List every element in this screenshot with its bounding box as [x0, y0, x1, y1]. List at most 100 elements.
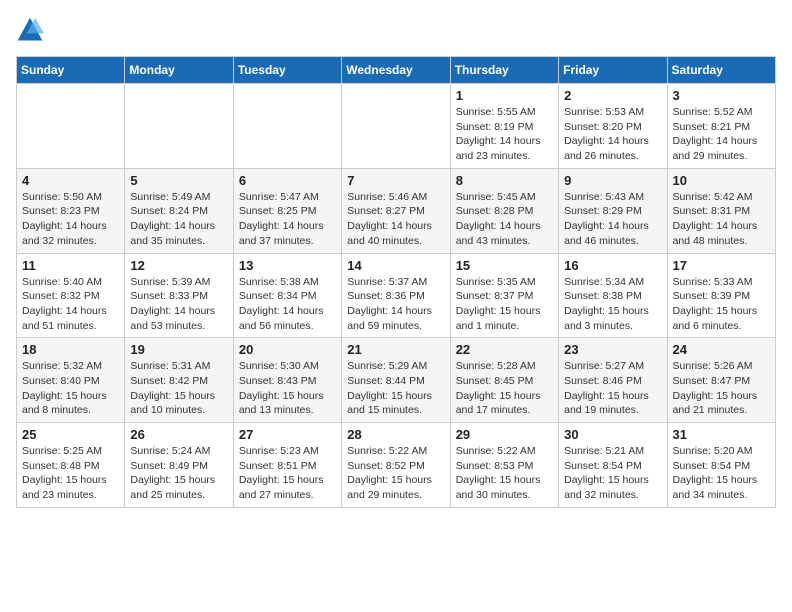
weekday-header: Tuesday — [233, 57, 341, 84]
day-info: Sunrise: 5:49 AM Sunset: 8:24 PM Dayligh… — [130, 190, 227, 249]
day-info: Sunrise: 5:43 AM Sunset: 8:29 PM Dayligh… — [564, 190, 661, 249]
day-number: 6 — [239, 173, 336, 188]
day-info: Sunrise: 5:29 AM Sunset: 8:44 PM Dayligh… — [347, 359, 444, 418]
day-number: 27 — [239, 427, 336, 442]
day-number: 8 — [456, 173, 553, 188]
day-number: 15 — [456, 258, 553, 273]
calendar-cell: 11Sunrise: 5:40 AM Sunset: 8:32 PM Dayli… — [17, 253, 125, 338]
day-info: Sunrise: 5:55 AM Sunset: 8:19 PM Dayligh… — [456, 105, 553, 164]
day-info: Sunrise: 5:27 AM Sunset: 8:46 PM Dayligh… — [564, 359, 661, 418]
day-info: Sunrise: 5:46 AM Sunset: 8:27 PM Dayligh… — [347, 190, 444, 249]
calendar-cell: 20 Sunrise: 5:30 AM Sunset: 8:43 PM Dayli… — [233, 338, 341, 423]
page-header — [16, 16, 776, 44]
day-info: Sunrise: 5:23 AM Sunset: 8:51 PM Dayligh… — [239, 444, 336, 503]
day-number: 25 — [22, 427, 119, 442]
calendar-week-row: 11Sunrise: 5:40 AM Sunset: 8:32 PM Dayli… — [17, 253, 776, 338]
calendar-cell: 2 Sunrise: 5:53 AM Sunset: 8:20 PM Daylig… — [559, 84, 667, 169]
day-info: Sunrise: 5:22 AM Sunset: 8:53 PM Dayligh… — [456, 444, 553, 503]
day-number: 9 — [564, 173, 661, 188]
weekday-header: Thursday — [450, 57, 558, 84]
day-number: 3 — [673, 88, 770, 103]
calendar-cell — [125, 84, 233, 169]
day-number: 30 — [564, 427, 661, 442]
calendar-cell: 19 Sunrise: 5:31 AM Sunset: 8:42 PM Dayli… — [125, 338, 233, 423]
day-number: 21 — [347, 342, 444, 357]
calendar-cell: 1 Sunrise: 5:55 AM Sunset: 8:19 PM Daylig… — [450, 84, 558, 169]
day-info: Sunrise: 5:34 AM Sunset: 8:38 PM Dayligh… — [564, 275, 661, 334]
calendar-cell: 29 Sunrise: 5:22 AM Sunset: 8:53 PM Dayli… — [450, 423, 558, 508]
calendar-week-row: 25 Sunrise: 5:25 AM Sunset: 8:48 PM Dayli… — [17, 423, 776, 508]
day-info: Sunrise: 5:35 AM Sunset: 8:37 PM Dayligh… — [456, 275, 553, 334]
calendar-cell: 21 Sunrise: 5:29 AM Sunset: 8:44 PM Dayli… — [342, 338, 450, 423]
weekday-header: Friday — [559, 57, 667, 84]
day-info: Sunrise: 5:24 AM Sunset: 8:49 PM Dayligh… — [130, 444, 227, 503]
day-info: Sunrise: 5:47 AM Sunset: 8:25 PM Dayligh… — [239, 190, 336, 249]
day-number: 31 — [673, 427, 770, 442]
day-number: 14 — [347, 258, 444, 273]
calendar-week-row: 18 Sunrise: 5:32 AM Sunset: 8:40 PM Dayli… — [17, 338, 776, 423]
calendar-cell: 10 Sunrise: 5:42 AM Sunset: 8:31 PM Dayli… — [667, 168, 775, 253]
day-number: 17 — [673, 258, 770, 273]
day-number: 18 — [22, 342, 119, 357]
calendar-cell: 30 Sunrise: 5:21 AM Sunset: 8:54 PM Dayli… — [559, 423, 667, 508]
day-info: Sunrise: 5:28 AM Sunset: 8:45 PM Dayligh… — [456, 359, 553, 418]
day-info: Sunrise: 5:40 AM Sunset: 8:32 PM Dayligh… — [22, 275, 119, 334]
day-number: 20 — [239, 342, 336, 357]
day-number: 26 — [130, 427, 227, 442]
calendar-cell: 16 Sunrise: 5:34 AM Sunset: 8:38 PM Dayli… — [559, 253, 667, 338]
day-info: Sunrise: 5:21 AM Sunset: 8:54 PM Dayligh… — [564, 444, 661, 503]
day-number: 7 — [347, 173, 444, 188]
calendar-cell: 8Sunrise: 5:45 AM Sunset: 8:28 PM Daylig… — [450, 168, 558, 253]
calendar-cell: 13Sunrise: 5:38 AM Sunset: 8:34 PM Dayli… — [233, 253, 341, 338]
day-number: 13 — [239, 258, 336, 273]
calendar-week-row: 4Sunrise: 5:50 AM Sunset: 8:23 PM Daylig… — [17, 168, 776, 253]
calendar-cell: 25 Sunrise: 5:25 AM Sunset: 8:48 PM Dayli… — [17, 423, 125, 508]
weekday-header-row: SundayMondayTuesdayWednesdayThursdayFrid… — [17, 57, 776, 84]
logo — [16, 16, 48, 44]
calendar-cell: 31 Sunrise: 5:20 AM Sunset: 8:54 PM Dayli… — [667, 423, 775, 508]
day-number: 19 — [130, 342, 227, 357]
day-info: Sunrise: 5:52 AM Sunset: 8:21 PM Dayligh… — [673, 105, 770, 164]
day-number: 2 — [564, 88, 661, 103]
day-number: 10 — [673, 173, 770, 188]
day-number: 4 — [22, 173, 119, 188]
calendar-cell: 9 Sunrise: 5:43 AM Sunset: 8:29 PM Daylig… — [559, 168, 667, 253]
calendar-week-row: 1 Sunrise: 5:55 AM Sunset: 8:19 PM Daylig… — [17, 84, 776, 169]
day-info: Sunrise: 5:42 AM Sunset: 8:31 PM Dayligh… — [673, 190, 770, 249]
day-info: Sunrise: 5:53 AM Sunset: 8:20 PM Dayligh… — [564, 105, 661, 164]
day-info: Sunrise: 5:31 AM Sunset: 8:42 PM Dayligh… — [130, 359, 227, 418]
day-number: 29 — [456, 427, 553, 442]
weekday-header: Wednesday — [342, 57, 450, 84]
day-info: Sunrise: 5:37 AM Sunset: 8:36 PM Dayligh… — [347, 275, 444, 334]
calendar-cell: 3 Sunrise: 5:52 AM Sunset: 8:21 PM Daylig… — [667, 84, 775, 169]
day-number: 28 — [347, 427, 444, 442]
day-number: 22 — [456, 342, 553, 357]
day-info: Sunrise: 5:33 AM Sunset: 8:39 PM Dayligh… — [673, 275, 770, 334]
calendar-cell: 12 Sunrise: 5:39 AM Sunset: 8:33 PM Dayli… — [125, 253, 233, 338]
day-info: Sunrise: 5:30 AM Sunset: 8:43 PM Dayligh… — [239, 359, 336, 418]
weekday-header: Monday — [125, 57, 233, 84]
weekday-header: Sunday — [17, 57, 125, 84]
day-info: Sunrise: 5:25 AM Sunset: 8:48 PM Dayligh… — [22, 444, 119, 503]
calendar-cell: 7 Sunrise: 5:46 AM Sunset: 8:27 PM Daylig… — [342, 168, 450, 253]
day-number: 16 — [564, 258, 661, 273]
day-number: 23 — [564, 342, 661, 357]
calendar-cell: 26 Sunrise: 5:24 AM Sunset: 8:49 PM Dayli… — [125, 423, 233, 508]
day-info: Sunrise: 5:20 AM Sunset: 8:54 PM Dayligh… — [673, 444, 770, 503]
day-number: 12 — [130, 258, 227, 273]
calendar-cell: 17 Sunrise: 5:33 AM Sunset: 8:39 PM Dayli… — [667, 253, 775, 338]
day-info: Sunrise: 5:39 AM Sunset: 8:33 PM Dayligh… — [130, 275, 227, 334]
weekday-header: Saturday — [667, 57, 775, 84]
calendar-cell — [233, 84, 341, 169]
calendar-cell: 15 Sunrise: 5:35 AM Sunset: 8:37 PM Dayli… — [450, 253, 558, 338]
day-info: Sunrise: 5:26 AM Sunset: 8:47 PM Dayligh… — [673, 359, 770, 418]
logo-icon — [16, 16, 44, 44]
day-number: 1 — [456, 88, 553, 103]
calendar-cell — [17, 84, 125, 169]
day-number: 5 — [130, 173, 227, 188]
calendar-cell: 5 Sunrise: 5:49 AM Sunset: 8:24 PM Daylig… — [125, 168, 233, 253]
calendar-cell: 22 Sunrise: 5:28 AM Sunset: 8:45 PM Dayli… — [450, 338, 558, 423]
calendar-cell — [342, 84, 450, 169]
calendar-cell: 4Sunrise: 5:50 AM Sunset: 8:23 PM Daylig… — [17, 168, 125, 253]
day-info: Sunrise: 5:32 AM Sunset: 8:40 PM Dayligh… — [22, 359, 119, 418]
